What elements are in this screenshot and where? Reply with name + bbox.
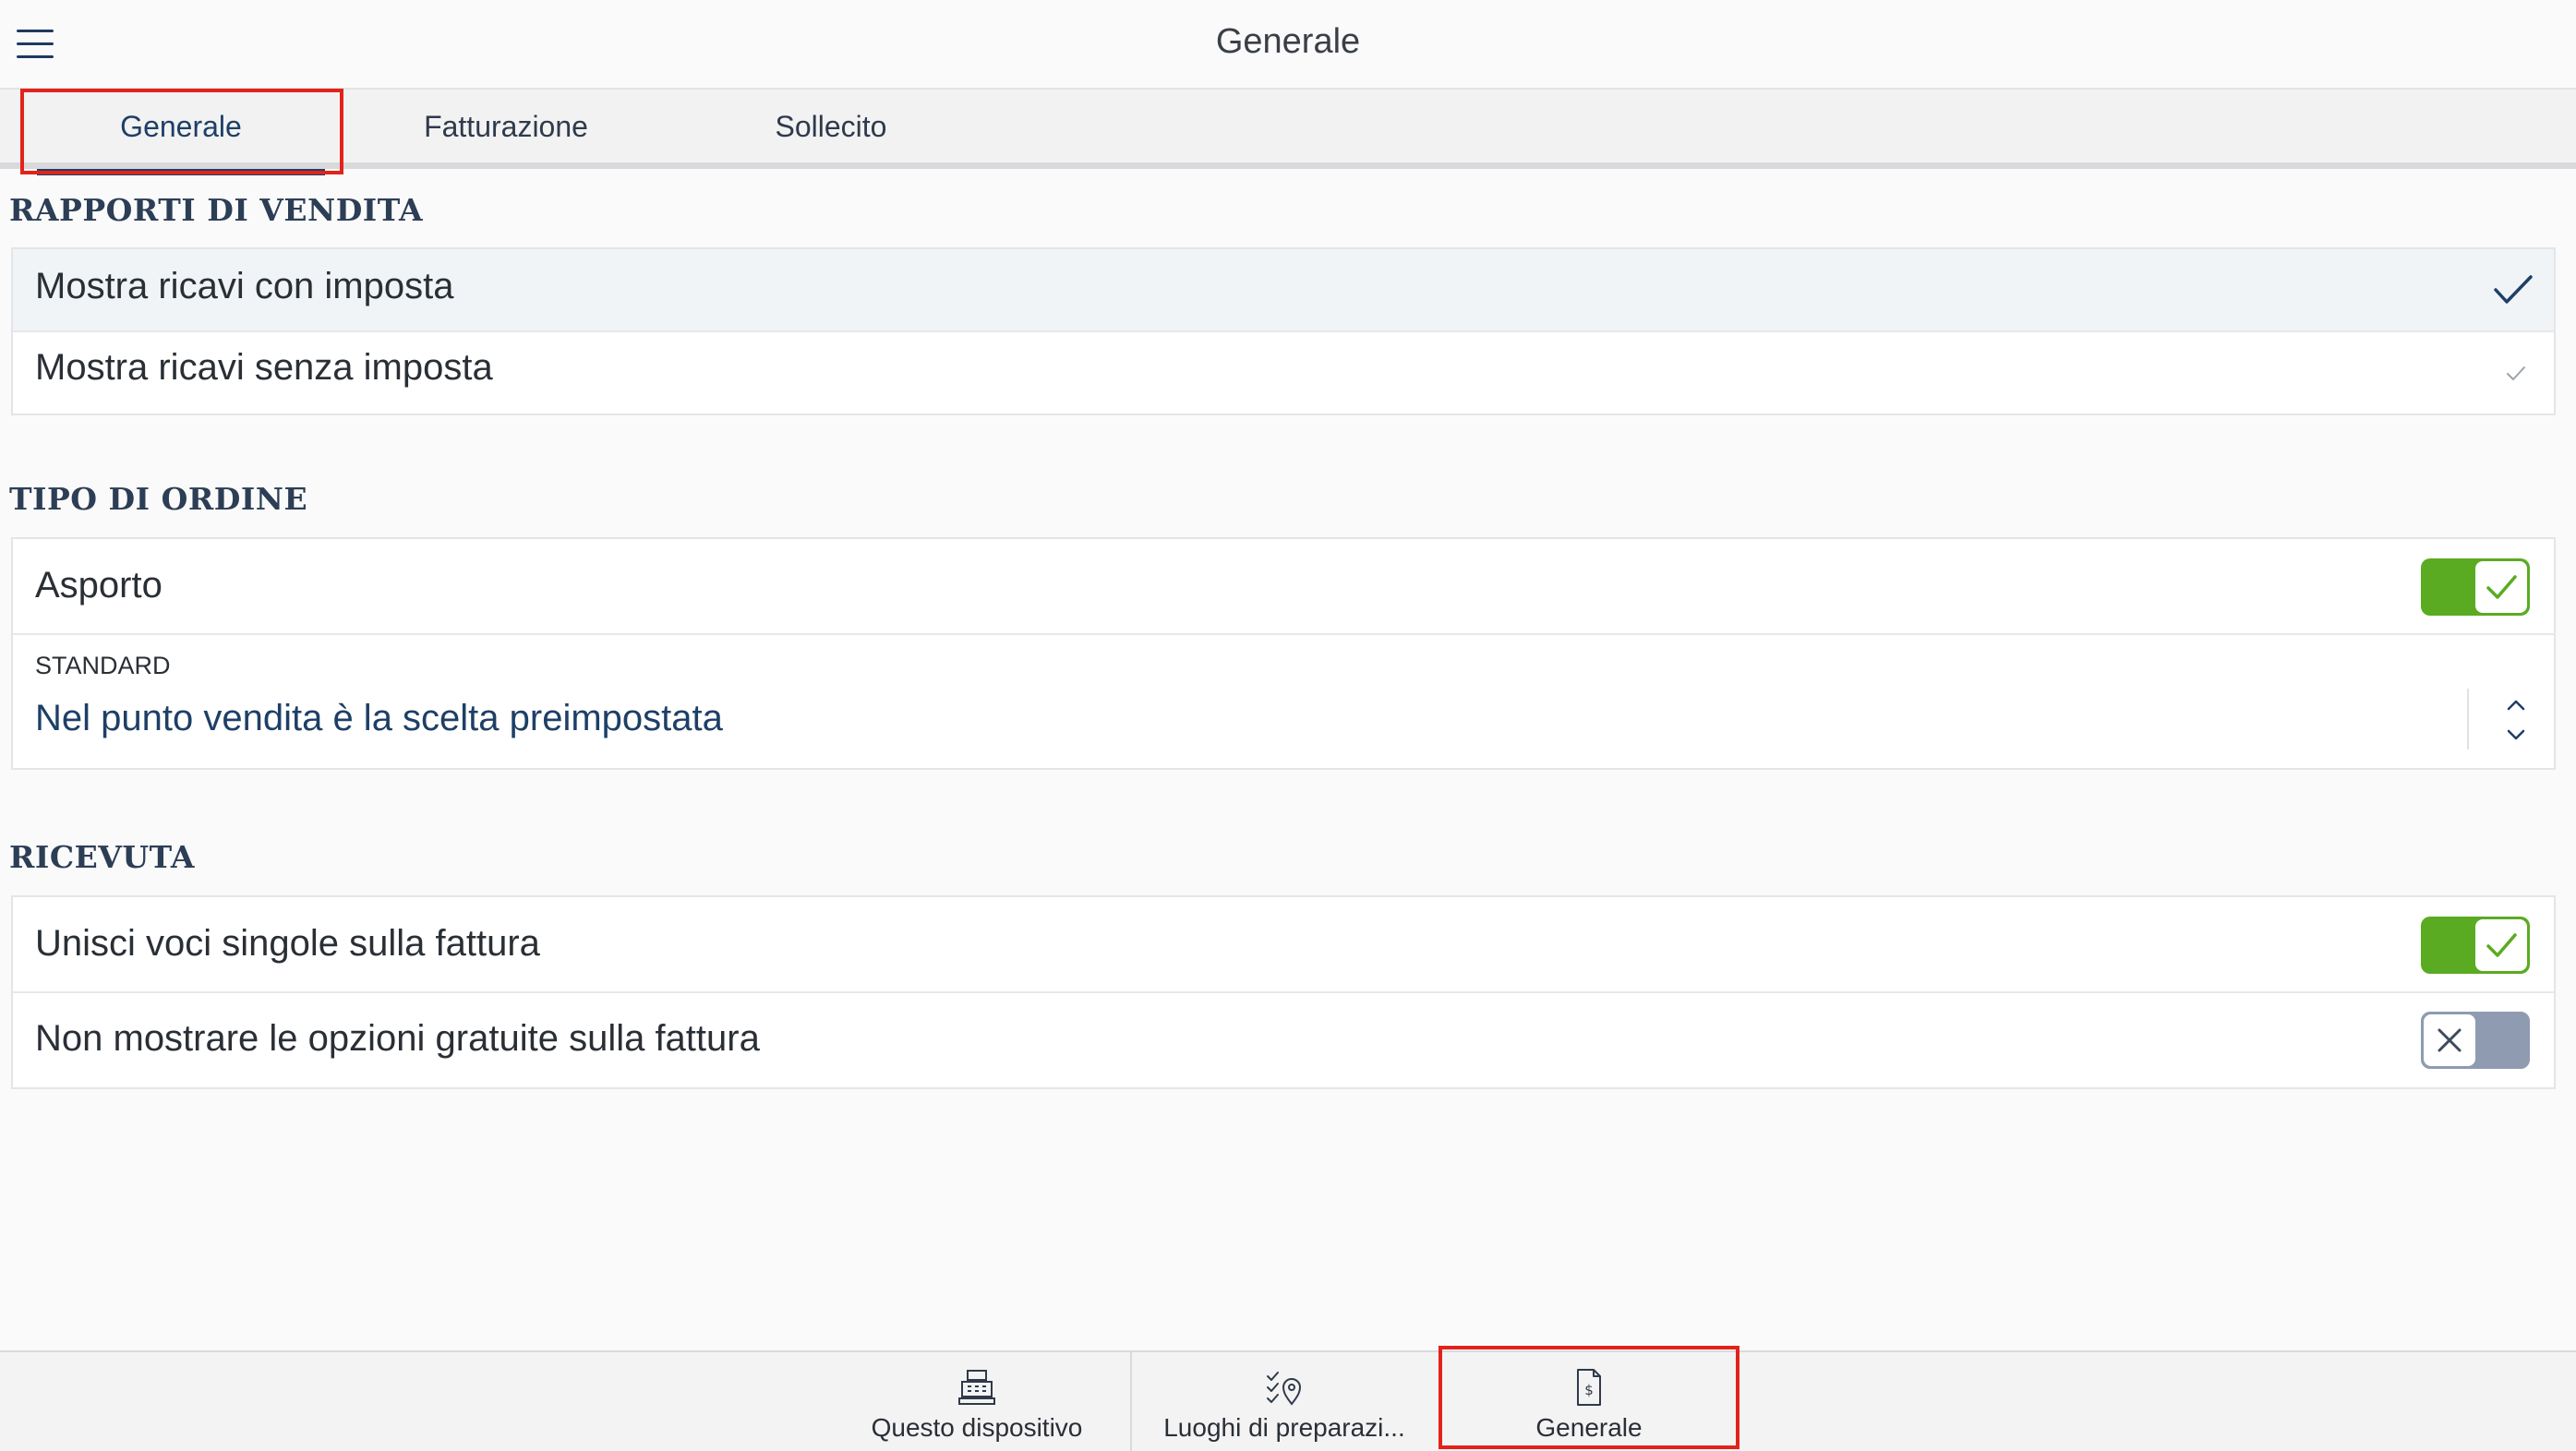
toggle-knob: [2475, 561, 2527, 613]
default-caption: STANDARD: [35, 652, 171, 679]
takeaway-toggle[interactable]: [2421, 558, 2530, 616]
sales-reports-card: Mostra ricavi con imposta Mostra ricavi …: [11, 247, 2556, 415]
tab-fatturazione-label: Fatturazione: [424, 110, 588, 143]
section-title-order-type: TIPO DI ORDINE: [9, 481, 308, 517]
tab-generale-label: Generale: [120, 110, 242, 143]
section-title-receipt: RICEVUTA: [9, 839, 196, 875]
receipt-card: Unisci voci singole sulla fattura Non mo…: [11, 895, 2556, 1089]
merge-items-label: Unisci voci singole sulla fattura: [35, 923, 540, 964]
row-default-order-type[interactable]: STANDARD Nel punto vendita è la scelta p…: [13, 635, 2554, 768]
invoice-dollar-icon: $: [1577, 1369, 1601, 1406]
nav-general-label: Generale: [1535, 1413, 1643, 1442]
default-value: Nel punto vendita è la scelta preimposta…: [35, 698, 723, 738]
nav-this-device-label: Questo dispositivo: [871, 1413, 1083, 1442]
tab-fatturazione[interactable]: Fatturazione: [343, 90, 668, 169]
option-revenue-without-tax[interactable]: Mostra ricavi senza imposta: [13, 332, 2554, 414]
tab-generale[interactable]: Generale: [18, 90, 343, 175]
nav-preparation-places-label: Luoghi di preparazi...: [1163, 1413, 1405, 1442]
nav-general[interactable]: $ Generale: [1440, 1352, 1738, 1451]
cash-register-icon: [958, 1370, 995, 1405]
row-takeaway: Asporto: [13, 539, 2554, 635]
page-title: Generale: [1215, 22, 1361, 61]
active-tab-indicator: [37, 169, 325, 175]
checkmark-faint-icon: [2507, 366, 2525, 380]
tab-sollecito[interactable]: Sollecito: [668, 90, 993, 169]
chevron-up-down-icon[interactable]: [2502, 692, 2530, 748]
option-label: Mostra ricavi con imposta: [35, 266, 454, 306]
hide-free-options-label: Non mostrare le opzioni gratuite sulla f…: [35, 1018, 760, 1059]
nav-preparation-places[interactable]: Luoghi di preparazi...: [1132, 1352, 1437, 1451]
option-label: Mostra ricavi senza imposta: [35, 347, 493, 388]
option-revenue-with-tax[interactable]: Mostra ricavi con imposta: [13, 249, 2554, 332]
checklist-location-icon: [1267, 1372, 1302, 1406]
merge-items-toggle[interactable]: [2421, 917, 2530, 974]
section-title-sales-reports: RAPPORTI DI VENDITA: [9, 192, 424, 228]
svg-text:$: $: [1584, 1382, 1594, 1398]
row-hide-free-options: Non mostrare le opzioni gratuite sulla f…: [13, 993, 2554, 1087]
toggle-knob: [2475, 919, 2527, 971]
toggle-knob: [2424, 1014, 2475, 1066]
picker-divider: [2467, 689, 2469, 749]
takeaway-label: Asporto: [35, 565, 163, 606]
bottom-navigation: Questo dispositivo Luoghi di preparazi..…: [0, 1350, 2576, 1451]
hide-free-options-toggle[interactable]: [2421, 1012, 2530, 1069]
top-bar: Generale: [0, 0, 2576, 90]
row-merge-items: Unisci voci singole sulla fattura: [13, 897, 2554, 993]
order-type-card: Asporto STANDARD Nel punto vendita è la …: [11, 537, 2556, 770]
tab-sollecito-label: Sollecito: [775, 110, 887, 143]
check-icon: [2486, 575, 2517, 599]
close-icon: [2438, 1028, 2462, 1052]
tab-bar: Generale Fatturazione Sollecito: [0, 90, 2576, 175]
check-icon: [2486, 933, 2517, 957]
checkmark-icon: [2494, 275, 2533, 304]
nav-this-device[interactable]: Questo dispositivo: [822, 1352, 1132, 1451]
